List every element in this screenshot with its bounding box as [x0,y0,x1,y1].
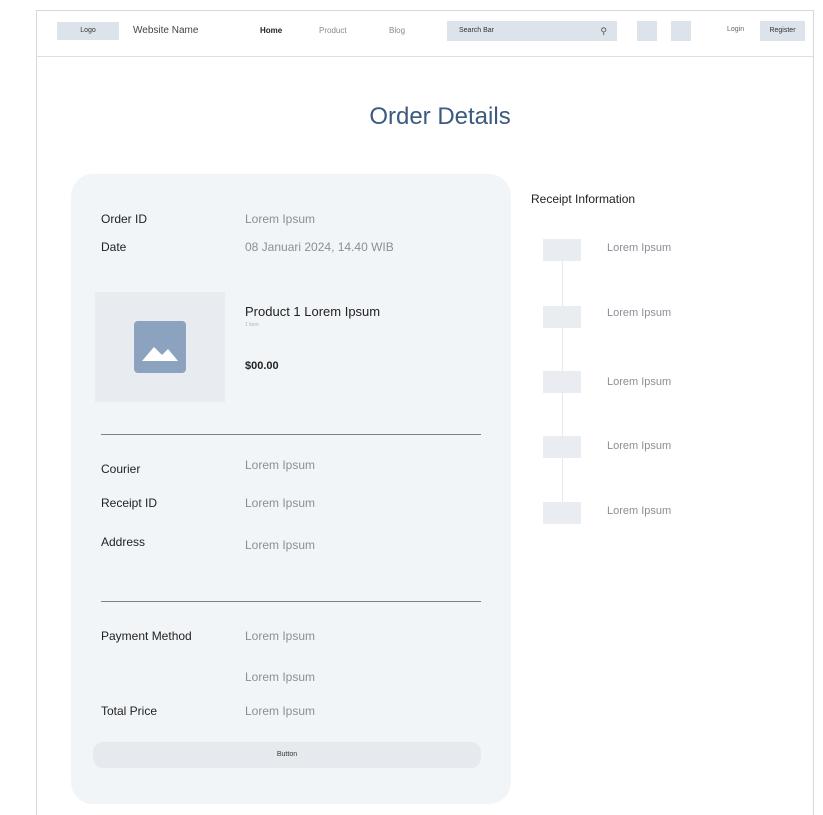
order-card: Order ID Lorem Ipsum Date 08 Januari 202… [71,174,511,804]
search-input[interactable]: Search Bar ⚲ [447,21,617,41]
receipt-id-value: Lorem Ipsum [245,496,316,510]
receipt-id-label: Receipt ID [101,496,158,510]
payment-method-value: Lorem Ipsum [245,629,316,643]
timeline-step-marker [543,239,581,261]
logo[interactable]: Logo [57,22,119,40]
timeline-step-marker [543,436,581,458]
website-name[interactable]: Website Name [133,25,198,36]
nav-blog[interactable]: Blog [389,26,405,35]
product-quantity: 1 item [245,322,259,328]
page-title: Order Details [369,103,511,130]
timeline-step-text: Lorem Ipsum [607,440,672,452]
order-id-value: Lorem Ipsum [245,212,316,226]
timeline-step-text: Lorem Ipsum [607,307,672,319]
search-icon[interactable]: ⚲ [600,21,607,41]
nav-home[interactable]: Home [260,26,282,35]
courier-label: Courier [101,462,141,476]
top-navbar: Logo Website Name Home Product Blog Sear… [37,11,813,57]
address-label: Address [101,535,146,549]
timeline-step-text: Lorem Ipsum [607,376,672,388]
order-action-button[interactable]: Button [93,742,481,768]
total-price-value: Lorem Ipsum [245,704,316,718]
timeline-step-marker [543,502,581,524]
courier-value: Lorem Ipsum [245,458,316,472]
timeline-step-text: Lorem Ipsum [607,505,672,517]
product-price: $00.00 [245,360,279,372]
product-name[interactable]: Product 1 Lorem Ipsum [245,304,380,319]
page-frame: Logo Website Name Home Product Blog Sear… [36,10,814,815]
divider [101,601,481,602]
image-placeholder-icon [134,321,186,373]
timeline-step-text: Lorem Ipsum [607,242,672,254]
order-id-label: Order ID [101,212,148,226]
payment-detail-value: Lorem Ipsum [245,670,316,684]
register-button[interactable]: Register [760,21,805,41]
address-value: Lorem Ipsum [245,538,316,552]
total-price-label: Total Price [101,704,158,718]
search-placeholder: Search Bar [459,27,495,34]
login-link[interactable]: Login [727,26,744,33]
payment-method-label: Payment Method [101,629,192,643]
divider [101,434,481,435]
product-image [95,292,225,402]
header-icon-button-1[interactable] [637,21,657,41]
nav-product[interactable]: Product [319,26,347,35]
receipt-information-title: Receipt Information [531,192,636,206]
timeline-step-marker [543,306,581,328]
date-value: 08 Januari 2024, 14.40 WIB [245,240,394,254]
timeline-step-marker [543,371,581,393]
date-label: Date [101,240,127,254]
header-icon-button-2[interactable] [671,21,691,41]
